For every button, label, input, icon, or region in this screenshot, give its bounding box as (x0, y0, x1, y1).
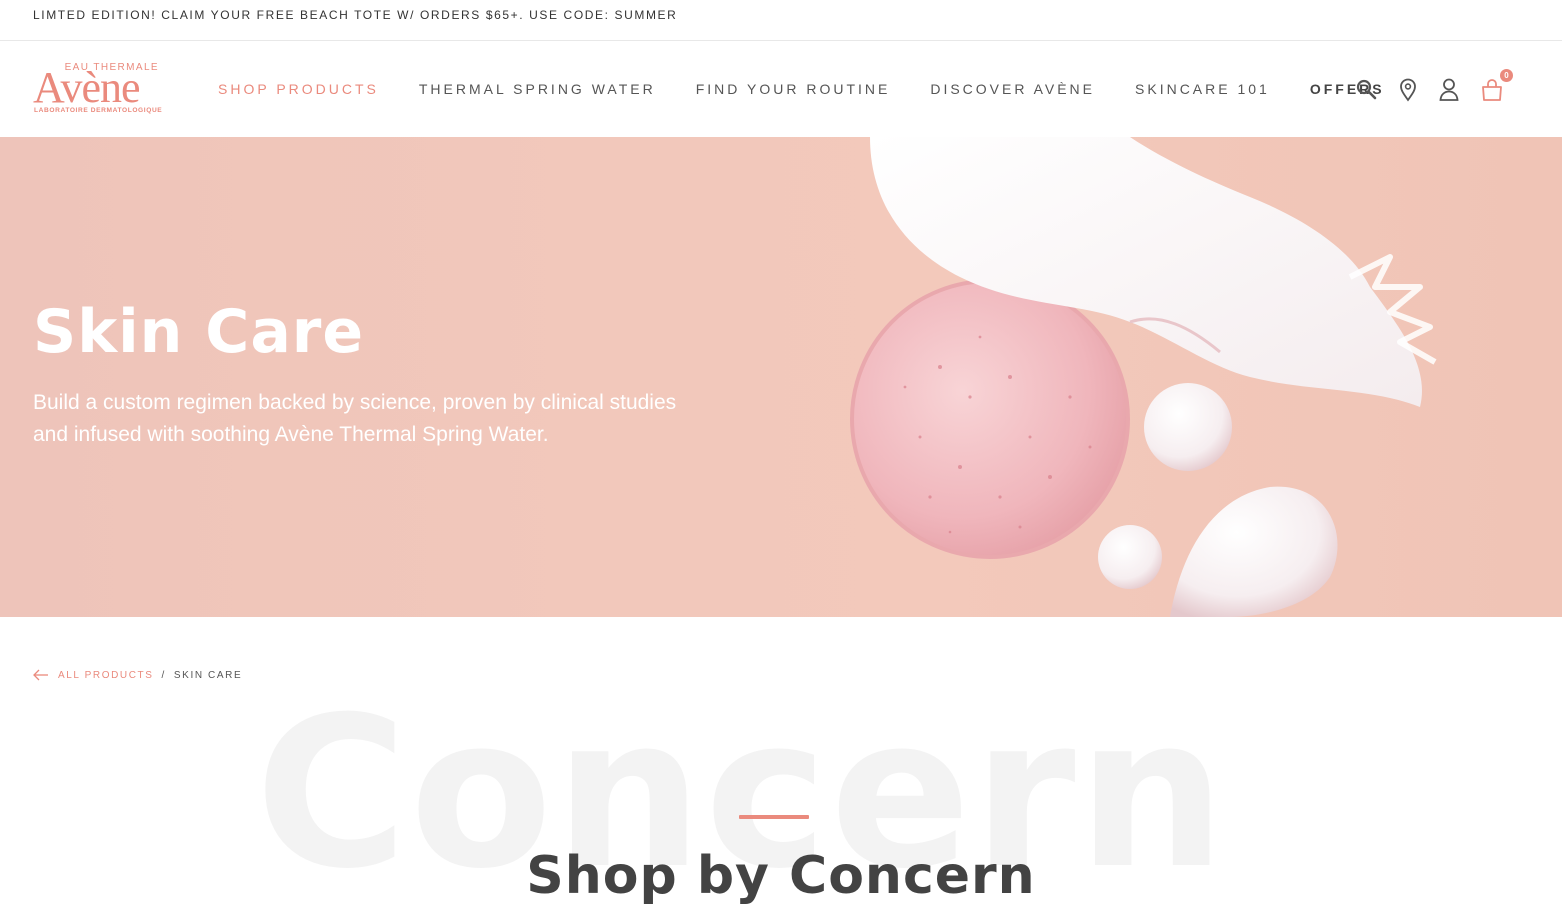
arrow-left-icon[interactable] (33, 669, 49, 681)
hero-banner: Skin Care Build a custom regimen backed … (0, 137, 1562, 617)
section-title: Shop by Concern (526, 846, 1036, 904)
breadcrumb-current: SKIN CARE (173, 669, 243, 681)
hero-title: Skin Care (33, 297, 365, 367)
breadcrumb: ALL PRODUCTS / SKIN CARE (33, 669, 242, 681)
breadcrumb-separator: / (161, 669, 166, 681)
nav-thermal-spring-water[interactable]: THERMAL SPRING WATER (419, 81, 656, 97)
shopping-bag-icon[interactable]: 0 (1480, 69, 1513, 103)
header-icons: 0 (1354, 69, 1514, 107)
brand-logo[interactable]: EAU THERMALE Avène LABORATOIRE DERMATOLO… (33, 60, 163, 118)
hero-product-texture-image (850, 137, 1437, 617)
breadcrumb-all-products[interactable]: ALL PRODUCTS (58, 670, 154, 681)
main-nav: SHOP PRODUCTS THERMAL SPRING WATER FIND … (218, 81, 1425, 97)
cart-count-badge: 0 (1500, 69, 1513, 82)
nav-discover-avene[interactable]: DISCOVER AVÈNE (930, 81, 1095, 97)
nav-find-your-routine[interactable]: FIND YOUR ROUTINE (696, 81, 891, 97)
site-header: EAU THERMALE Avène LABORATOIRE DERMATOLO… (0, 41, 1562, 137)
logo-wordmark: Avène (33, 63, 141, 112)
hero-description: Build a custom regimen backed by science… (33, 391, 677, 446)
announcement-text: LIMTED EDITION! CLAIM YOUR FREE BEACH TO… (33, 8, 678, 22)
nav-skincare-101[interactable]: SKINCARE 101 (1135, 81, 1270, 97)
section-accent-divider (739, 815, 809, 819)
location-pin-icon[interactable] (1396, 77, 1422, 103)
user-icon[interactable] (1438, 77, 1464, 103)
nav-shop-products[interactable]: SHOP PRODUCTS (218, 81, 379, 97)
search-icon[interactable] (1354, 77, 1380, 103)
logo-subtitle: LABORATOIRE DERMATOLOGIQUE (34, 107, 163, 114)
announcement-bar: LIMTED EDITION! CLAIM YOUR FREE BEACH TO… (0, 0, 1562, 41)
